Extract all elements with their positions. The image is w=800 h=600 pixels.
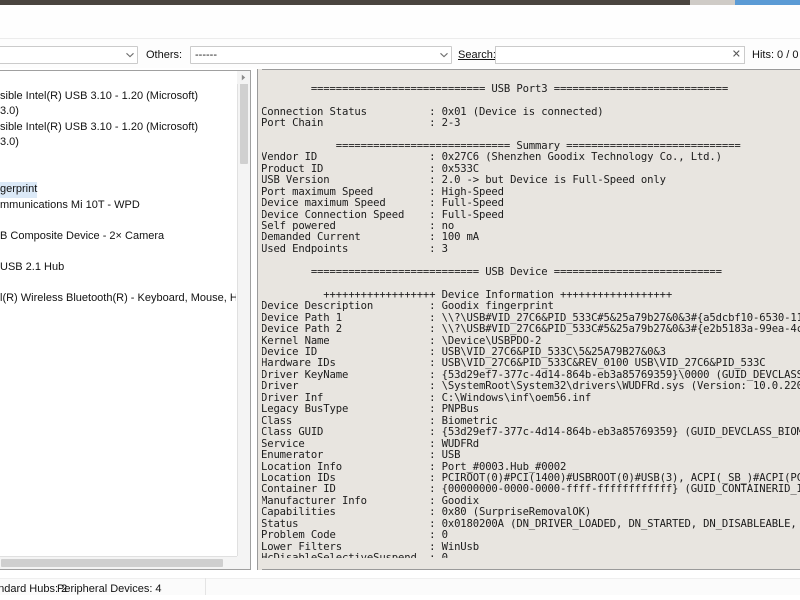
device-tree-vertical-scroll-thumb[interactable] — [240, 72, 248, 164]
device-tree-vertical-scrollbar[interactable] — [237, 71, 250, 556]
device-tree-item-label — [0, 276, 3, 292]
chevron-down-icon — [440, 52, 448, 58]
others-label: Others: — [146, 49, 183, 61]
status-peripheral-devices: Peripheral Devices: 4 — [57, 583, 162, 595]
device-tree-item-label — [0, 213, 3, 229]
chevron-down-icon — [126, 52, 134, 58]
device-tree-item-label — [0, 151, 3, 167]
device-tree-item[interactable]: USB 2.1 Hub — [0, 260, 236, 276]
device-tree-item[interactable] — [0, 73, 236, 89]
device-tree-horizontal-scroll-thumb[interactable] — [1, 559, 223, 567]
device-details-text: ============================ USB Port3 =… — [261, 83, 800, 559]
device-tree-item[interactable] — [0, 276, 236, 292]
device-tree-item-label: 3.0) — [0, 136, 19, 149]
device-details-panel[interactable]: ============================ USB Port3 =… — [257, 69, 800, 570]
device-tree-item[interactable] — [0, 245, 236, 261]
close-icon[interactable]: ✕ — [732, 49, 741, 61]
device-tree-item[interactable] — [0, 213, 236, 229]
details-left-gutter — [258, 69, 262, 570]
device-tree-item-label: sible Intel(R) USB 3.10 - 1.20 (Microsof… — [0, 89, 199, 102]
device-tree-item-label: 3.0) — [0, 105, 19, 118]
search-label-text: Search: — [458, 49, 496, 61]
device-tree-item-label: sible Intel(R) USB 3.10 - 1.20 (Microsof… — [0, 120, 199, 133]
device-tree-item-label: B Composite Device - 2× Camera — [0, 229, 165, 242]
search-hits-count: Hits: 0 / 0 — [752, 49, 799, 61]
window-bottom-edge — [0, 595, 800, 600]
device-tree-horizontal-scrollbar[interactable] — [0, 556, 237, 569]
device-tree-item-label: mmunications Mi 10T - WPD — [0, 198, 140, 211]
search-field-container[interactable]: ✕ — [495, 46, 745, 64]
status-bar-top-divider — [0, 578, 800, 579]
device-tree-item-label — [0, 245, 3, 261]
device-tree-item[interactable]: 3.0) — [0, 135, 236, 151]
device-tree-item[interactable]: sible Intel(R) USB 3.10 - 1.20 (Microsof… — [0, 89, 236, 105]
device-tree-item[interactable] — [0, 167, 236, 183]
device-tree-item[interactable]: B Composite Device - 2× Camera — [0, 229, 236, 245]
device-tree-item[interactable]: gerprint — [0, 182, 236, 198]
devices-filter-dropdown[interactable] — [0, 46, 138, 64]
device-tree-item-label: USB 2.1 Hub — [0, 261, 65, 274]
device-tree-item[interactable]: l(R) Wireless Bluetooth(R) - Keyboard, M… — [0, 291, 236, 307]
triangle-right-icon[interactable] — [237, 71, 250, 84]
device-tree-item[interactable]: sible Intel(R) USB 3.10 - 1.20 (Microsof… — [0, 120, 236, 136]
device-tree-scroll-area[interactable]: sible Intel(R) USB 3.10 - 1.20 (Microsof… — [0, 71, 236, 569]
others-dropdown-value: ------ — [195, 49, 217, 61]
device-tree-item-label: gerprint — [0, 182, 38, 198]
device-tree-item-label — [0, 73, 3, 89]
device-tree-item[interactable]: 3.0) — [0, 104, 236, 120]
device-tree-panel[interactable]: sible Intel(R) USB 3.10 - 1.20 (Microsof… — [0, 70, 251, 570]
window-upper-blank-area — [0, 5, 800, 38]
device-tree-item[interactable] — [0, 151, 236, 167]
device-tree-item[interactable]: mmunications Mi 10T - WPD — [0, 198, 236, 214]
others-dropdown[interactable]: ------ — [190, 46, 452, 64]
search-input[interactable] — [500, 48, 722, 62]
scrollbar-corner — [237, 556, 250, 569]
device-tree-list: sible Intel(R) USB 3.10 - 1.20 (Microsof… — [0, 73, 236, 307]
device-tree-item-label — [0, 167, 3, 183]
search-label: Search: — [458, 49, 496, 61]
device-tree-item-label: l(R) Wireless Bluetooth(R) - Keyboard, M… — [0, 292, 236, 305]
